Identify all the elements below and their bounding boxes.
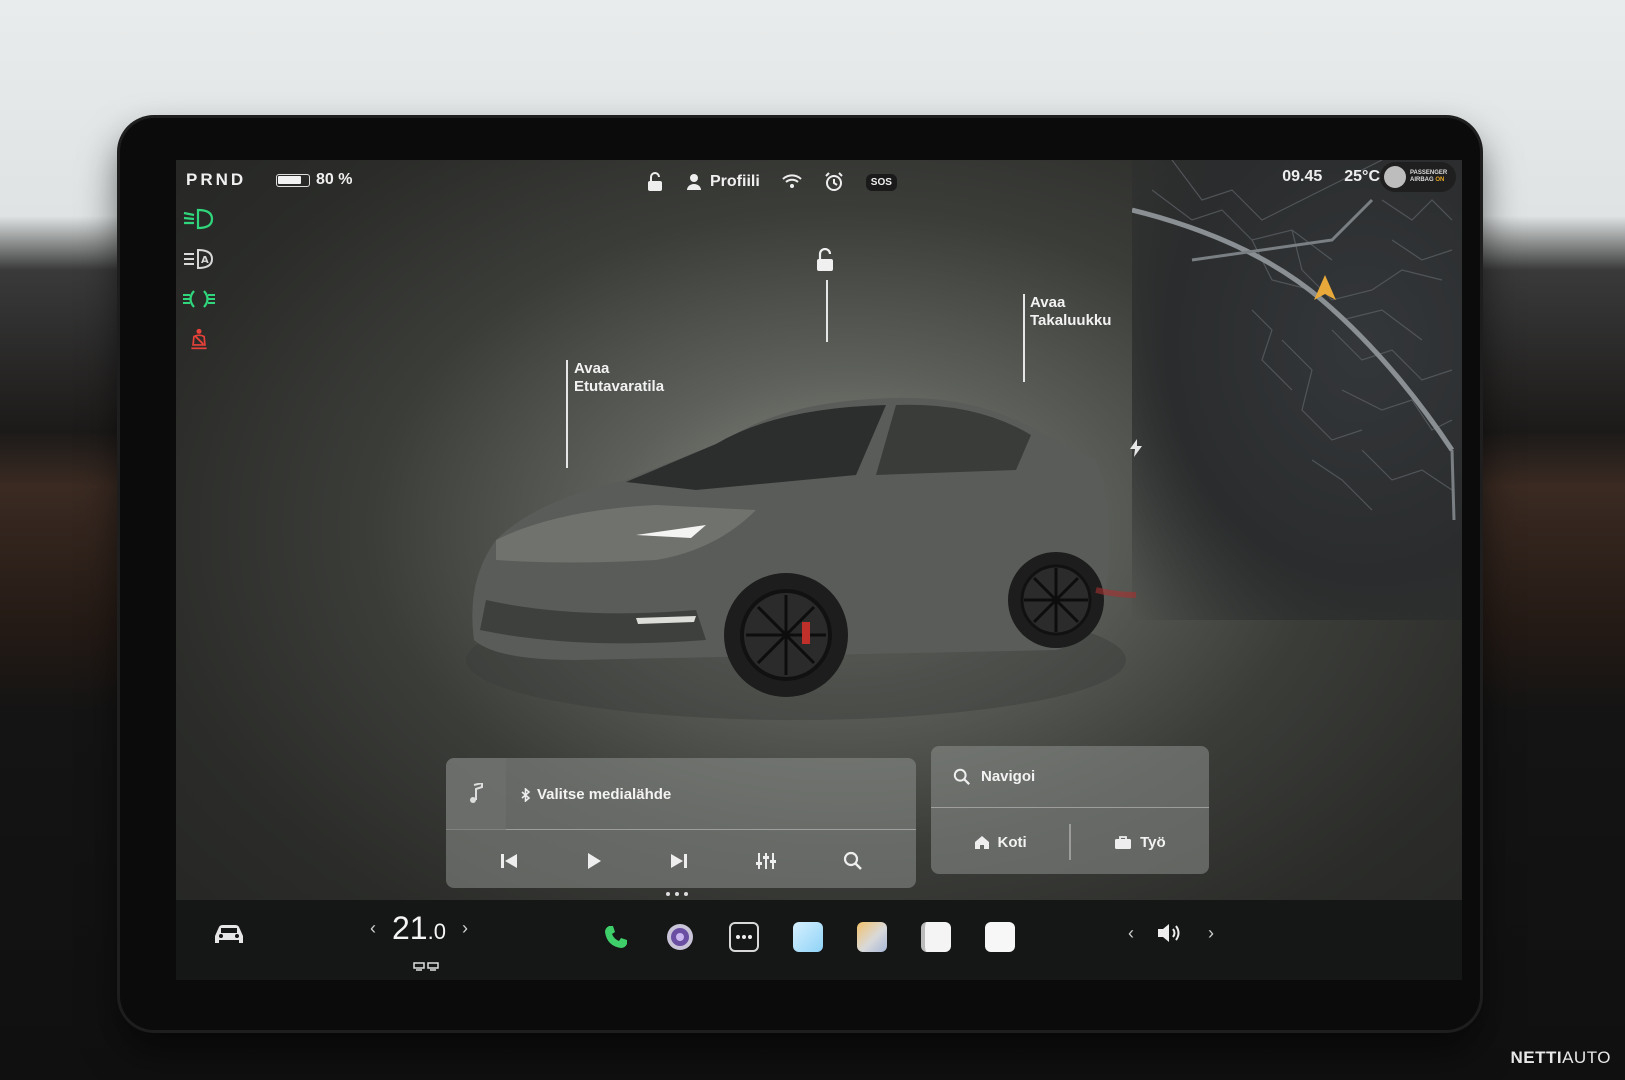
home-destination-button[interactable]: Koti [931, 810, 1069, 874]
card-page-indicator [666, 892, 688, 896]
seat-heater-icon [413, 962, 439, 971]
car-controls-button[interactable] [212, 922, 246, 951]
volume-down-button[interactable]: ‹ [1128, 923, 1134, 944]
media-source-row[interactable]: Valitse medialähde [446, 758, 916, 830]
navigation-panel: Navigoi Koti Työ [931, 746, 1209, 874]
top-center-controls: Profiili SOS [646, 168, 897, 196]
cabin-temperature[interactable]: 21.0 [392, 910, 446, 947]
climate-temperature-control: ‹ 21.0 › [370, 910, 468, 947]
volume-control: ‹ › [1128, 922, 1214, 944]
speaker-icon[interactable] [1156, 922, 1186, 944]
wifi-icon [782, 174, 802, 188]
app-white[interactable] [985, 922, 1015, 952]
navigate-label: Navigoi [981, 768, 1036, 785]
sos-label: SOS [865, 173, 897, 191]
airbag-label-line1: PASSENGER [1410, 170, 1448, 176]
navigate-search-field[interactable]: Navigoi [931, 746, 1209, 808]
watermark-logo: NETTIAUTO [1510, 1048, 1611, 1068]
volume-up-button[interactable]: › [1208, 923, 1214, 944]
trunk-label-line1: Avaa [1030, 294, 1066, 311]
wifi-status[interactable] [782, 174, 802, 190]
top-right-info: 09.45 25°C [1282, 168, 1380, 186]
lock-callout-line [826, 280, 828, 342]
media-player-panel: Valitse medialähde [446, 758, 916, 888]
more-apps-button[interactable] [729, 922, 759, 952]
next-icon[interactable] [669, 852, 689, 870]
unlock-icon [817, 247, 833, 271]
notes-app[interactable] [921, 922, 951, 952]
airbag-label-line2: AIRBAG [1410, 177, 1434, 183]
navigation-map[interactable] [1132, 160, 1462, 620]
open-trunk-button[interactable]: Avaa Takaluukku [1030, 294, 1111, 330]
search-icon[interactable] [843, 851, 863, 871]
car-lock-button[interactable] [814, 247, 836, 277]
page-dot [684, 892, 688, 896]
search-icon [953, 768, 970, 785]
more-icon [736, 935, 752, 939]
equalizer-icon[interactable] [755, 851, 777, 871]
work-destination-button[interactable]: Työ [1071, 810, 1209, 874]
temp-increase-button[interactable]: › [462, 918, 468, 939]
battery-percentage: 80 % [316, 171, 353, 188]
auto-high-beam-icon: A [184, 248, 214, 270]
touchscreen: PRND 80 % Profiili SOS 09.45 25°C PASSEN… [176, 160, 1462, 980]
map-roads [1132, 160, 1456, 521]
clock: 09.45 [1282, 168, 1323, 185]
cabin-temperature-whole: 21 [392, 910, 428, 946]
play-icon[interactable] [585, 852, 603, 870]
app-launcher [601, 922, 1015, 952]
profile-label: Profiili [710, 173, 760, 190]
music-note-icon [470, 783, 483, 803]
seatbelt-warning-icon [191, 328, 207, 350]
alarm-button[interactable] [824, 172, 844, 192]
photo-app[interactable] [857, 922, 887, 952]
phone-icon [605, 926, 627, 948]
phone-app[interactable] [601, 922, 631, 952]
unlock-icon [648, 172, 662, 191]
trunk-label-line2: Takaluukku [1030, 312, 1112, 329]
lock-button[interactable] [646, 172, 664, 192]
home-icon [974, 835, 989, 849]
gear-selector-indicator: PRND [186, 170, 247, 189]
airbag-status: ON [1435, 177, 1445, 183]
media-controls [446, 834, 916, 888]
alarm-clock-icon [825, 172, 843, 191]
watermark-part2: AUTO [1562, 1048, 1611, 1067]
quick-destinations: Koti Työ [931, 810, 1209, 874]
telltale-indicators: A [182, 208, 216, 350]
previous-icon[interactable] [499, 852, 519, 870]
profile-icon [687, 174, 701, 190]
car-icon [215, 925, 243, 943]
vehicle-model-3d[interactable] [456, 360, 1136, 740]
media-source-selector[interactable]: Valitse medialähde [521, 786, 671, 803]
seat-heater-icon[interactable] [412, 960, 442, 975]
app-square[interactable] [793, 922, 823, 952]
airbag-icon [1384, 166, 1406, 188]
low-beam-icon [183, 208, 214, 230]
work-label: Työ [1140, 833, 1166, 851]
media-art-placeholder [446, 758, 506, 830]
briefcase-icon [1115, 835, 1132, 849]
bottom-dock: ‹ 21.0 › ‹ › [176, 900, 1462, 980]
watermark-part1: NETTI [1510, 1048, 1563, 1067]
status-bar: PRND 80 % Profiili SOS 09.45 25°C PASSEN… [176, 160, 1462, 204]
profile-button[interactable]: Profiili [686, 173, 760, 191]
parking-lights-icon [183, 290, 215, 308]
camera-icon [667, 924, 693, 950]
camera-app[interactable] [665, 922, 695, 952]
bluetooth-icon [521, 787, 531, 802]
media-source-label: Valitse medialähde [537, 786, 672, 803]
sos-button[interactable]: SOS [865, 173, 897, 191]
outside-temperature: 25°C [1344, 168, 1380, 185]
home-label: Koti [997, 833, 1027, 851]
passenger-airbag-status: PASSENGER AIRBAG ON [1380, 162, 1456, 192]
page-dot [666, 892, 670, 896]
temp-decrease-button[interactable]: ‹ [370, 918, 376, 939]
battery-fill [278, 176, 301, 184]
page-dot [675, 892, 679, 896]
svg-text:A: A [201, 255, 209, 266]
battery-icon [276, 174, 310, 187]
cabin-temperature-decimal: .0 [427, 919, 446, 944]
navigation-arrow-icon [1314, 275, 1336, 300]
